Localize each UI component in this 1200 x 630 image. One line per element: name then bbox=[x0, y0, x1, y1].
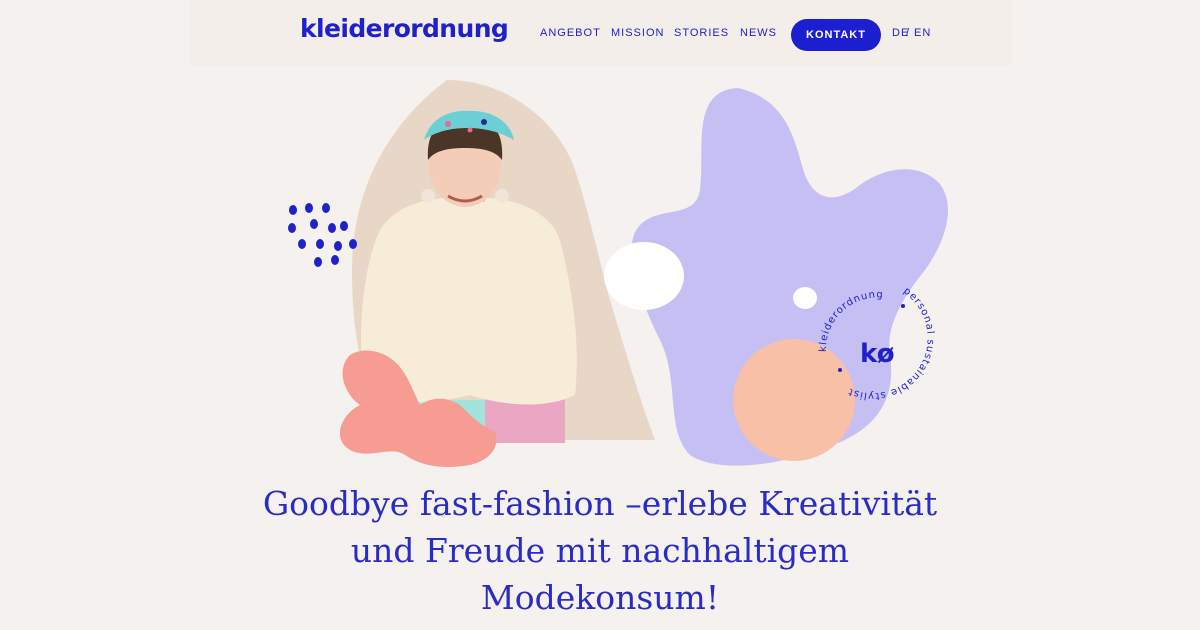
hero-headline-line-3: Modekonsum! bbox=[480, 578, 720, 617]
badge-monogram: kø bbox=[860, 339, 895, 369]
hero-headline-line-2: und Freude mit nachhaltigem bbox=[350, 531, 850, 570]
hero-headline-line-1: Goodbye fast-fashion –erlebe Kreativität bbox=[262, 484, 938, 523]
white-blob-small bbox=[793, 287, 817, 309]
hero-headline: Goodbye fast-fashion –erlebe Kreativität… bbox=[250, 480, 950, 621]
white-blob-large bbox=[604, 242, 684, 310]
blue-dot-pattern bbox=[288, 203, 357, 267]
peach-circle bbox=[733, 339, 855, 461]
